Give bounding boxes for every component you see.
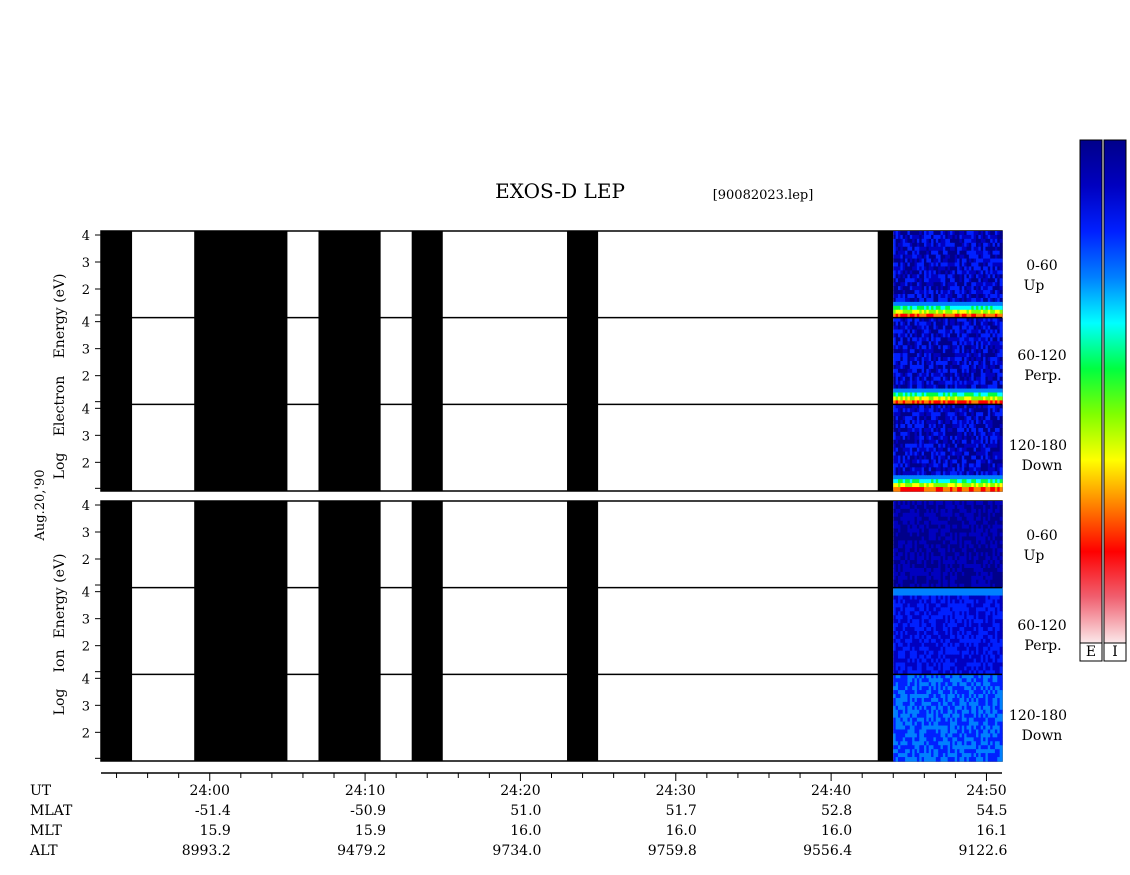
mlat-value-3: 51.7 [666, 803, 697, 819]
colorbar-i [1103, 139, 1127, 644]
i-band-down-angle: 120-180 [1009, 708, 1067, 724]
i-no-data-3 [411, 501, 443, 761]
i-band-down-dir: Down [1022, 728, 1063, 744]
colorbars [1079, 139, 1127, 662]
alt-value-0: 8993.2 [182, 843, 231, 859]
e-ytick-label-2-1: 3 [82, 429, 90, 444]
i-spectrogram-band-2 [893, 674, 1003, 762]
ut-value-5: 24:50 [966, 783, 1006, 799]
colorbar-e-label: E [1086, 644, 1096, 660]
file-name: [90082023.lep] [713, 188, 814, 203]
i-no-data-1 [194, 501, 288, 761]
axis-labels: Log Electron Energy (eV) Log Ion Energy … [52, 274, 68, 716]
ion-panel: 4 3 2 4 3 2 4 3 2 [82, 499, 1003, 762]
e-spectrogram-band-2 [893, 404, 1003, 492]
ut-value-2: 24:20 [500, 783, 540, 799]
mlat-value-2: 51.0 [510, 803, 541, 819]
ion-ylabel-2: Ion [52, 650, 68, 673]
alt-value-5: 9122.6 [958, 843, 1007, 859]
e-ytick-label-1-0: 4 [82, 316, 90, 331]
alt-value-2: 9734.0 [492, 843, 541, 859]
i-ytick-label-1-2: 2 [82, 640, 90, 655]
e-spectrogram-band-0 [893, 231, 1003, 319]
mlt-value-4: 16.0 [821, 823, 852, 839]
i-ytick-label-0-2: 2 [82, 553, 90, 568]
row-label-ut: UT [30, 783, 52, 799]
e-ytick-label-2-0: 4 [82, 402, 90, 417]
i-no-data-0 [101, 501, 133, 761]
mlat-value-4: 52.8 [821, 803, 852, 819]
i-ytick-label-2-2: 2 [82, 726, 90, 741]
e-ytick-label-2-2: 2 [82, 456, 90, 471]
e-ytick-label-1-2: 2 [82, 370, 90, 385]
electron-ylabel-1: Log [52, 453, 68, 480]
electron-ylabel-3: Energy (eV) [52, 274, 68, 359]
e-band-up-angle: 0-60 [1026, 258, 1057, 274]
e-no-data-0 [101, 231, 133, 491]
ion-ylabel-1: Log [52, 689, 68, 716]
e-band-up-dir: Up [1024, 278, 1045, 294]
i-spectrogram-band-0 [893, 501, 1003, 589]
ut-value-3: 24:30 [656, 783, 696, 799]
e-ytick-label-0-0: 4 [82, 229, 90, 244]
mlt-value-2: 16.0 [510, 823, 541, 839]
chart-title: EXOS-D LEP [495, 179, 625, 203]
e-no-data-1 [194, 231, 288, 491]
i-ytick-label-2-1: 3 [82, 699, 90, 714]
i-band-up-dir: Up [1024, 548, 1045, 564]
e-band-perp-dir: Perp. [1024, 368, 1061, 384]
e-ytick-label-0-1: 3 [82, 256, 90, 271]
e-no-data-5 [877, 231, 894, 491]
e-no-data-3 [411, 231, 443, 491]
mlt-value-1: 15.9 [355, 823, 386, 839]
e-ytick-label-0-2: 2 [82, 283, 90, 298]
mlt-value-0: 15.9 [200, 823, 231, 839]
mlat-value-0: -51.4 [195, 803, 231, 819]
row-label-mlat: MLAT [30, 803, 73, 819]
e-spectrogram-band-1 [893, 317, 1003, 405]
mlat-value-1: -50.9 [350, 803, 386, 819]
mlat-value-5: 54.5 [976, 803, 1007, 819]
i-ytick-label-0-1: 3 [82, 526, 90, 541]
colorbar-i-label: I [1112, 644, 1118, 660]
alt-value-4: 9556.4 [803, 843, 852, 859]
i-no-data-5 [877, 501, 894, 761]
i-no-data-2 [318, 501, 381, 761]
i-no-data-4 [567, 501, 599, 761]
e-band-perp-angle: 60-120 [1017, 348, 1066, 364]
i-band-perp-angle: 60-120 [1017, 618, 1066, 634]
alt-value-1: 9479.2 [337, 843, 386, 859]
i-ytick-label-0-0: 4 [82, 499, 90, 514]
ephemeris-table: UT 24:00 24:10 24:20 24:30 24:40 24:50 MLAT -51.… [29, 783, 1008, 859]
ut-value-4: 24:40 [811, 783, 851, 799]
e-band-down-dir: Down [1022, 458, 1063, 474]
lep-spectrogram-figure: EXOS-D LEP [90082023.lep] Aug.20,'90 4 3 2… [29, 139, 1127, 859]
time-axis [101, 772, 1002, 781]
electron-panel: 4 3 2 4 3 2 4 3 2 [82, 229, 1003, 492]
row-label-mlt: MLT [30, 823, 62, 839]
ion-ylabel-3: Energy (eV) [52, 554, 68, 639]
pitch-angle-labels: 0-60 Up 60-120 Perp. 120-180 Down 0-60 U… [1009, 258, 1067, 744]
e-band-down-angle: 120-180 [1009, 438, 1067, 454]
e-ytick-label-1-1: 3 [82, 343, 90, 358]
ut-value-1: 24:10 [345, 783, 385, 799]
colorbar-e [1079, 139, 1103, 644]
i-band-perp-dir: Perp. [1024, 638, 1061, 654]
alt-value-3: 9759.8 [648, 843, 697, 859]
ut-value-0: 24:00 [190, 783, 230, 799]
e-no-data-4 [567, 231, 599, 491]
mlt-value-5: 16.1 [976, 823, 1007, 839]
e-no-data-2 [318, 231, 381, 491]
mlt-value-3: 16.0 [666, 823, 697, 839]
date-label: Aug.20,'90 [33, 469, 48, 541]
i-spectrogram-band-1 [893, 587, 1003, 675]
i-ytick-label-1-0: 4 [82, 586, 90, 601]
electron-ylabel-2: Electron [52, 376, 68, 437]
i-band-up-angle: 0-60 [1026, 528, 1057, 544]
i-ytick-label-1-1: 3 [82, 613, 90, 628]
i-ytick-label-2-0: 4 [82, 672, 90, 687]
row-label-alt: ALT [29, 843, 58, 859]
